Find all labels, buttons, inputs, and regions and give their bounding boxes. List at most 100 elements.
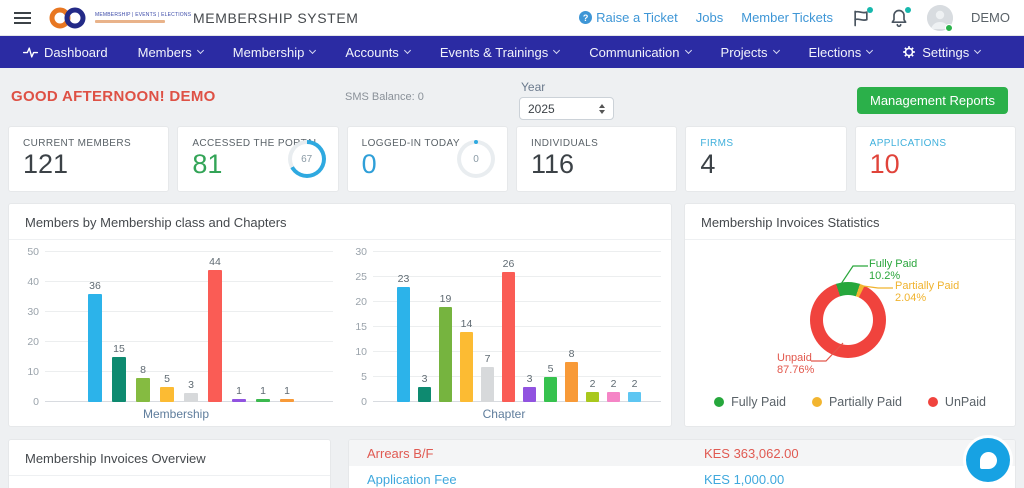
raise-ticket-link[interactable]: Raise a Ticket bbox=[579, 10, 678, 25]
legend-dot bbox=[812, 397, 822, 407]
flag-icon[interactable] bbox=[851, 8, 871, 28]
stat-label: FIRMS bbox=[700, 138, 831, 149]
bar: 3 bbox=[184, 379, 198, 402]
app-title: MEMBERSHIP SYSTEM bbox=[193, 10, 359, 26]
donut-callout: Fully Paid10.2% bbox=[869, 258, 917, 282]
chevron-down-icon bbox=[309, 47, 316, 54]
management-reports-button[interactable]: Management Reports bbox=[857, 87, 1008, 114]
nav-item-label: Communication bbox=[589, 45, 679, 60]
invoice-statistics-title: Membership Invoices Statistics bbox=[685, 204, 1015, 240]
user-name[interactable]: DEMO bbox=[971, 10, 1010, 25]
bar-rect bbox=[418, 387, 431, 402]
invoice-statistics-panel: Membership Invoices Statistics Fully Pai… bbox=[684, 203, 1016, 427]
table-row: Application FeeKES 1,000.00 bbox=[349, 466, 1015, 488]
legend-label: Partially Paid bbox=[829, 395, 902, 409]
stat-value: 10 bbox=[870, 151, 1001, 178]
chevron-down-icon bbox=[974, 47, 981, 54]
invoice-donut-chart bbox=[810, 282, 886, 358]
stat-gauge-value: 0 bbox=[461, 144, 491, 174]
logo-tagline: MEMBERSHIP | EVENTS | ELECTIONS bbox=[95, 12, 179, 18]
nav-item-dashboard[interactable]: Dashboard bbox=[8, 36, 123, 68]
chevron-down-icon bbox=[684, 47, 691, 54]
donut-legend: Fully Paid Partially Paid UnPaid bbox=[685, 395, 1015, 409]
nav-item-label: Elections bbox=[809, 45, 862, 60]
nav-item-label: Events & Trainings bbox=[440, 45, 548, 60]
bar: 8 bbox=[136, 364, 150, 402]
nav-item-projects[interactable]: Projects bbox=[706, 36, 794, 68]
grid-line: 30 bbox=[373, 251, 661, 252]
bar: 8 bbox=[565, 348, 578, 402]
bar: 2 bbox=[628, 378, 641, 402]
nav-item-settings[interactable]: Settings bbox=[887, 36, 995, 68]
jobs-link[interactable]: Jobs bbox=[696, 10, 723, 25]
member-tickets-link[interactable]: Member Tickets bbox=[741, 10, 833, 25]
stat-card-current-members: CURRENT MEMBERS121 bbox=[8, 126, 169, 192]
nav-item-membership[interactable]: Membership bbox=[218, 36, 331, 68]
bar-value-label: 3 bbox=[422, 373, 428, 385]
chapter-bar-chart: 0510152025302331914726358222Chapter bbox=[343, 252, 665, 421]
nav-item-elections[interactable]: Elections bbox=[794, 36, 888, 68]
chat-button[interactable] bbox=[966, 438, 1010, 482]
membership-class-bar-chart: 01020304050361585344111Membership bbox=[15, 252, 337, 421]
invoice-item-label: Arrears B/F bbox=[367, 446, 704, 461]
year-select[interactable]: 2025 bbox=[519, 97, 614, 120]
callout-line: Partially Paid bbox=[895, 280, 959, 292]
invoices-overview-panel: Membership Invoices Overview bbox=[8, 439, 331, 488]
bar-value-label: 1 bbox=[236, 385, 242, 397]
infinity-logo-icon bbox=[47, 5, 89, 31]
donut-callout: Unpaid87.76% bbox=[777, 352, 814, 376]
bars-group: 361585344111 bbox=[45, 256, 337, 402]
bar-value-label: 8 bbox=[140, 364, 146, 376]
nav-item-events-trainings[interactable]: Events & Trainings bbox=[425, 36, 574, 68]
stat-label: CURRENT MEMBERS bbox=[23, 138, 154, 149]
nav-item-members[interactable]: Members bbox=[123, 36, 218, 68]
bar-rect bbox=[88, 294, 102, 402]
stat-gauge: 67 bbox=[288, 140, 326, 178]
flag-notification-dot bbox=[867, 7, 873, 13]
legend-item-fully-paid[interactable]: Fully Paid bbox=[714, 395, 786, 409]
bar-value-label: 2 bbox=[632, 378, 638, 390]
legend-label: UnPaid bbox=[945, 395, 986, 409]
y-tick-label: 0 bbox=[345, 396, 367, 408]
legend-item-partially-paid[interactable]: Partially Paid bbox=[812, 395, 902, 409]
bar-value-label: 1 bbox=[260, 385, 266, 397]
y-tick-label: 10 bbox=[17, 366, 39, 378]
y-tick-label: 25 bbox=[345, 271, 367, 283]
stat-card-logged-in-today: LOGGED-IN TODAY00 bbox=[347, 126, 508, 192]
bell-icon[interactable] bbox=[889, 8, 909, 28]
bar: 3 bbox=[418, 373, 431, 402]
year-label: Year bbox=[521, 80, 545, 94]
bar-value-label: 26 bbox=[503, 258, 515, 270]
charts-panel-title: Members by Membership class and Chapters bbox=[9, 204, 671, 240]
chevron-down-icon bbox=[197, 47, 204, 54]
legend-item-unpaid[interactable]: UnPaid bbox=[928, 395, 986, 409]
membership-charts-panel: Members by Membership class and Chapters… bbox=[8, 203, 672, 427]
app-logo: MEMBERSHIP | EVENTS | ELECTIONS bbox=[47, 5, 179, 31]
activity-icon bbox=[23, 46, 38, 59]
bar: 23 bbox=[397, 273, 410, 402]
stat-gauge: 0 bbox=[457, 140, 495, 178]
callout-line: 87.76% bbox=[777, 364, 814, 376]
bar-rect bbox=[232, 399, 246, 402]
bar: 2 bbox=[607, 378, 620, 402]
legend-label: Fully Paid bbox=[731, 395, 786, 409]
callout-line: 2.04% bbox=[895, 292, 959, 304]
stats-row: CURRENT MEMBERS121ACCESSED THE PORTAL816… bbox=[8, 126, 1016, 192]
y-tick-label: 5 bbox=[345, 371, 367, 383]
greeting: GOOD AFTERNOON! DEMO bbox=[11, 88, 216, 105]
bell-notification-dot bbox=[905, 7, 911, 13]
bar-rect bbox=[208, 270, 222, 402]
bar-value-label: 8 bbox=[569, 348, 575, 360]
avatar[interactable] bbox=[927, 5, 953, 31]
y-tick-label: 30 bbox=[345, 246, 367, 258]
hamburger-menu-icon[interactable] bbox=[14, 9, 31, 27]
stat-card-firms: FIRMS4 bbox=[685, 126, 846, 192]
chevron-down-icon bbox=[404, 47, 411, 54]
bar-value-label: 23 bbox=[398, 273, 410, 285]
callout-line: Unpaid bbox=[777, 352, 814, 364]
bar: 5 bbox=[544, 363, 557, 402]
bar-value-label: 19 bbox=[440, 293, 452, 305]
bar: 26 bbox=[502, 258, 515, 402]
nav-item-accounts[interactable]: Accounts bbox=[330, 36, 424, 68]
nav-item-communication[interactable]: Communication bbox=[574, 36, 705, 68]
